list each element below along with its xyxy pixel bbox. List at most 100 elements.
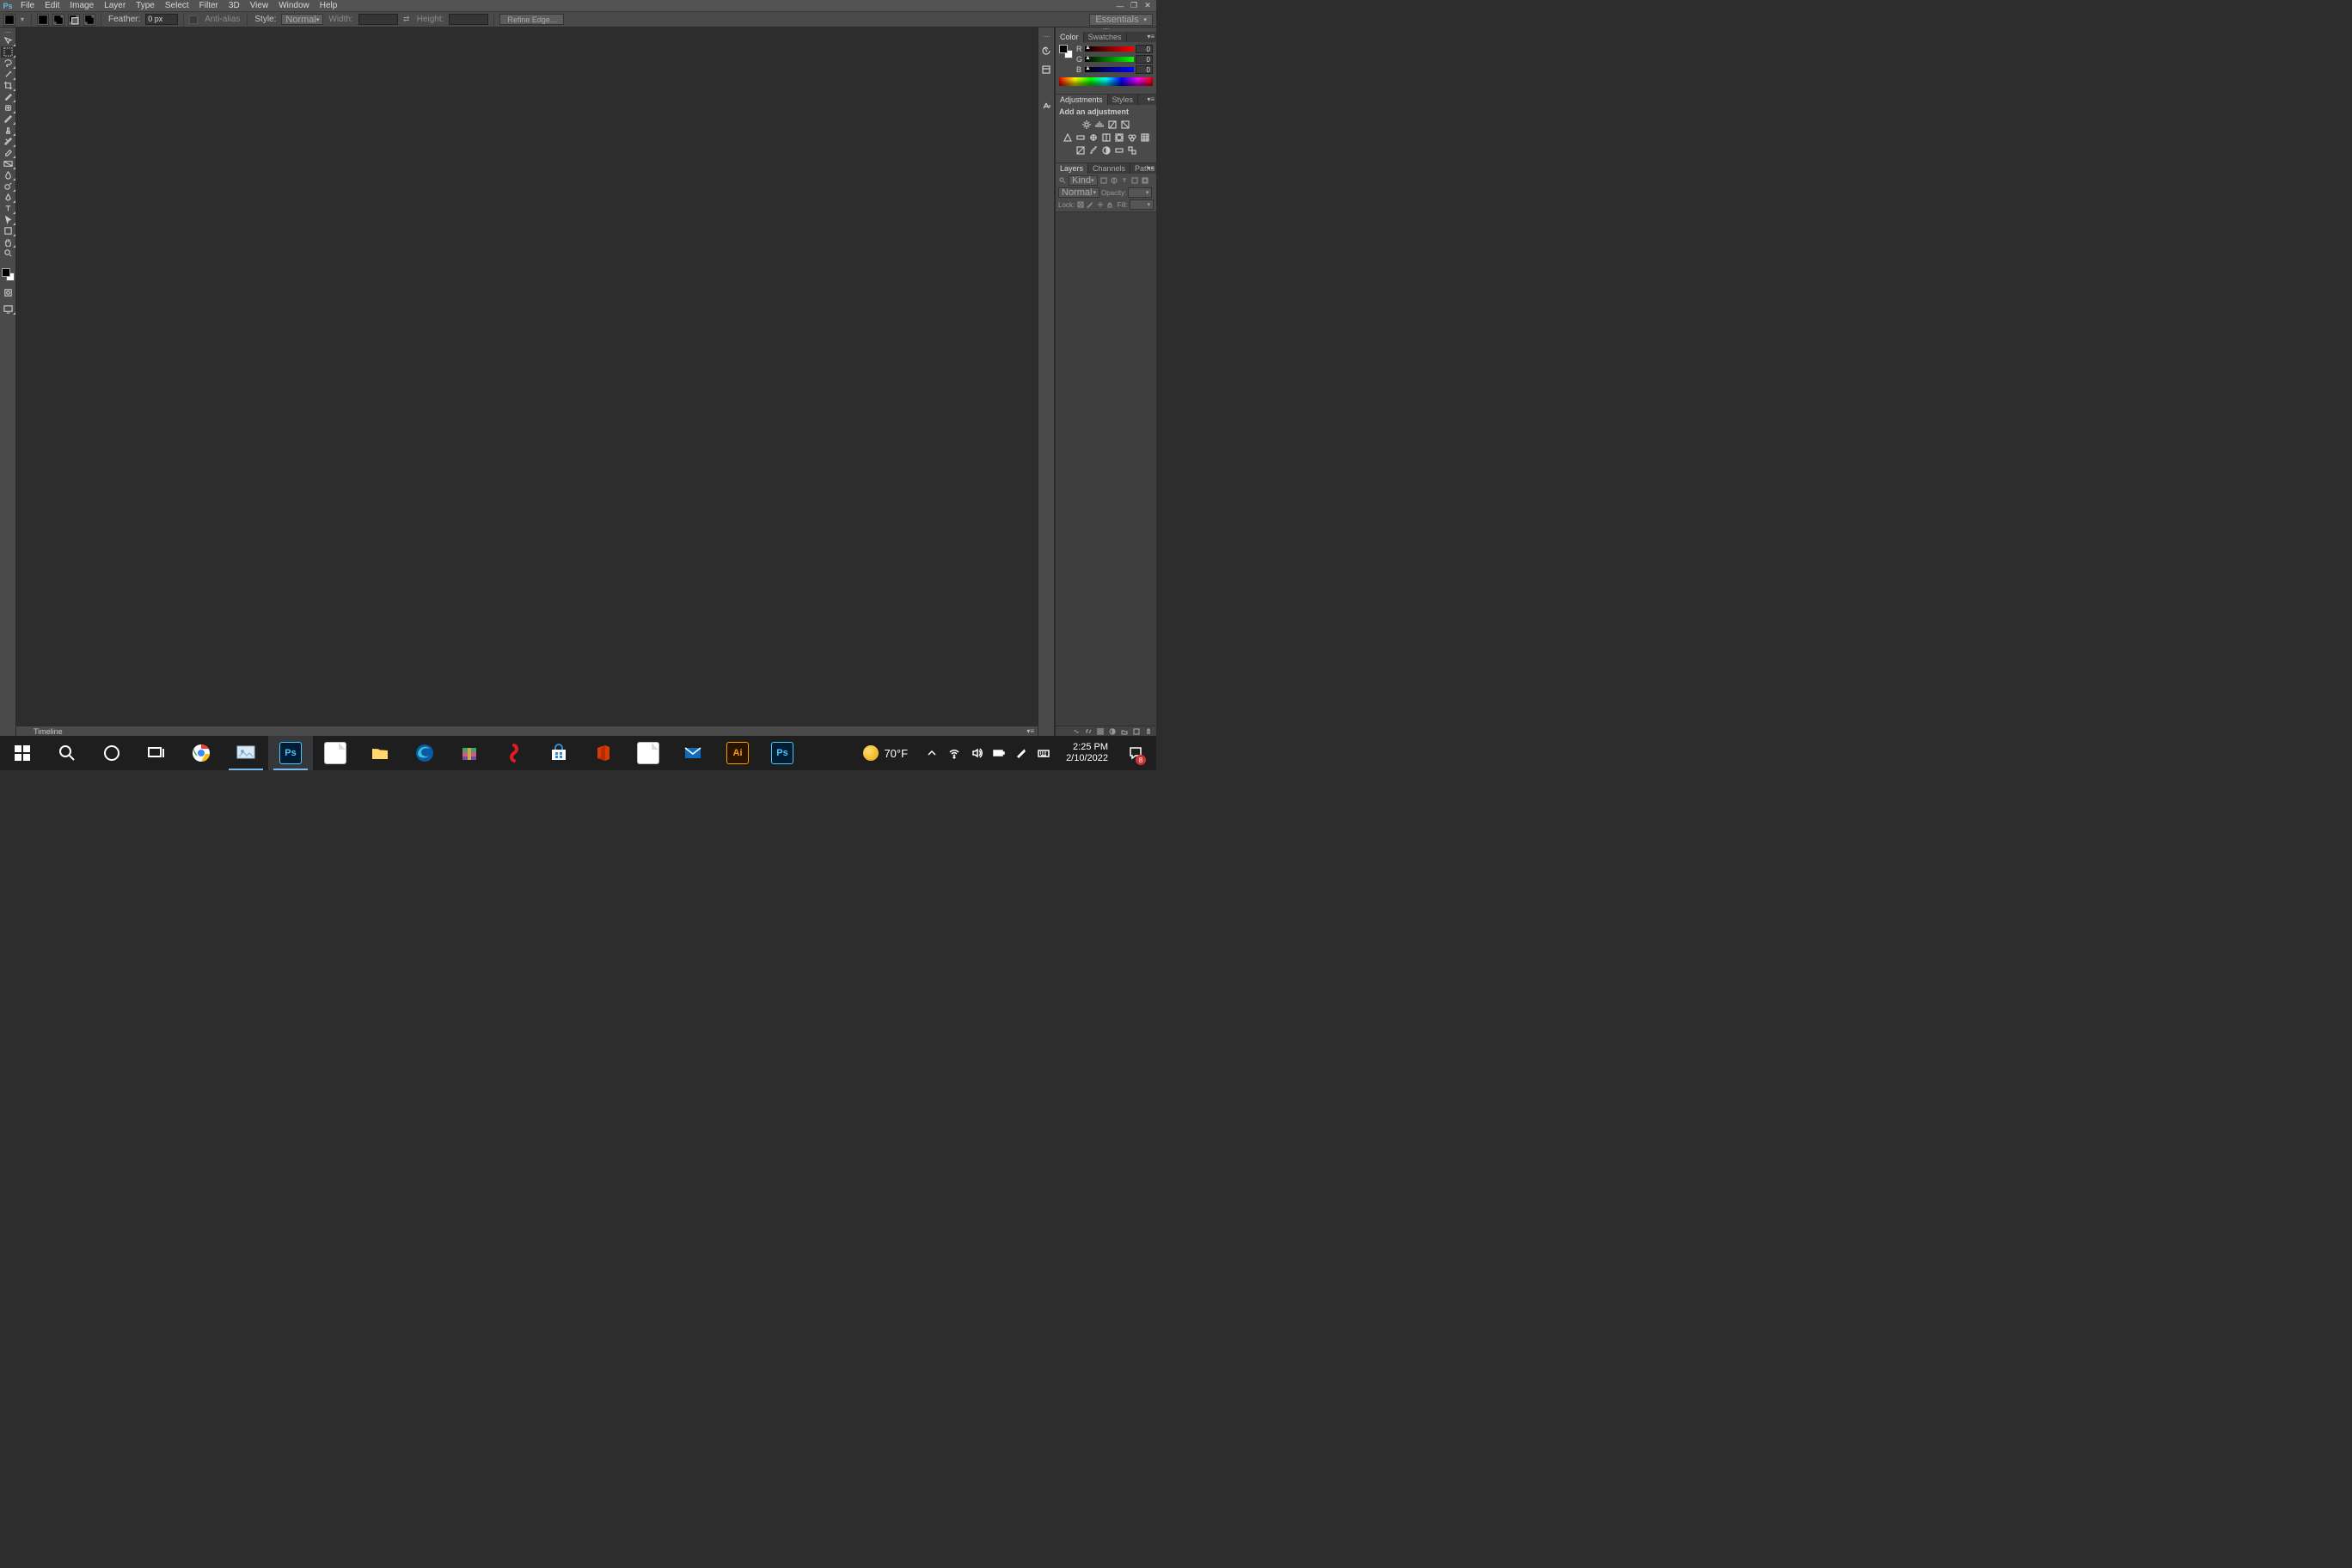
hand-tool[interactable] [1, 236, 15, 248]
lock-all-icon[interactable] [1106, 200, 1113, 209]
taskbar-office[interactable] [581, 736, 626, 770]
action-center-button[interactable]: 8 [1120, 736, 1151, 770]
filter-smart-icon[interactable] [1141, 176, 1149, 185]
taskbar-notepad2[interactable] [626, 736, 671, 770]
adj-gradmap-icon[interactable] [1114, 145, 1124, 156]
blend-mode-select[interactable]: Normal▾ [1058, 187, 1099, 198]
adj-curves-icon[interactable] [1107, 119, 1118, 130]
history-panel-icon[interactable] [1039, 44, 1053, 58]
tab-channels[interactable]: Channels [1088, 163, 1130, 174]
menu-file[interactable]: File [15, 0, 40, 11]
workspace-select[interactable]: Essentials▾ [1089, 14, 1153, 26]
foreground-background-swatch[interactable] [1, 267, 15, 282]
taskbar-mail[interactable] [671, 736, 715, 770]
taskbar-winrar[interactable] [447, 736, 492, 770]
adj-threshold-icon[interactable] [1101, 145, 1112, 156]
taskbar-edge[interactable] [402, 736, 447, 770]
close-button[interactable]: ✕ [1141, 1, 1155, 11]
adj-posterize-icon[interactable] [1088, 145, 1099, 156]
adj-exposure-icon[interactable] [1120, 119, 1130, 130]
lock-pos-icon[interactable] [1096, 200, 1104, 209]
quickmask-toggle[interactable] [1, 287, 15, 298]
selection-intersect-icon[interactable] [83, 14, 95, 26]
blur-tool[interactable] [1, 169, 15, 181]
taskbar-msstore[interactable] [536, 736, 581, 770]
stamp-tool[interactable] [1, 125, 15, 136]
adj-invert-icon[interactable] [1075, 145, 1086, 156]
minimize-button[interactable]: — [1113, 1, 1127, 11]
filter-type-icon[interactable] [1120, 176, 1129, 185]
screenmode-toggle[interactable] [1, 303, 15, 315]
filter-shape-icon[interactable] [1130, 176, 1139, 185]
selection-new-icon[interactable] [37, 14, 49, 26]
menu-select[interactable]: Select [160, 0, 194, 11]
color-fgbg-swatch[interactable] [1059, 45, 1073, 58]
menu-help[interactable]: Help [315, 0, 343, 11]
tray-battery-icon[interactable] [992, 746, 1006, 760]
tab-color[interactable]: Color [1056, 32, 1084, 42]
taskview-button[interactable] [134, 736, 179, 770]
height-input[interactable] [449, 14, 488, 25]
swap-wh-icon[interactable]: ⇄ [401, 15, 412, 25]
taskbar-photoviewer[interactable] [224, 736, 268, 770]
color-slider-b[interactable]: B ▲ 0 [1076, 65, 1153, 74]
crop-tool[interactable] [1, 80, 15, 91]
adj-layer-icon[interactable] [1108, 727, 1117, 736]
opacity-input[interactable]: ▾ [1128, 187, 1152, 198]
taskbar-weather[interactable]: 70°F [856, 745, 915, 761]
menu-view[interactable]: View [245, 0, 274, 11]
menu-edit[interactable]: Edit [40, 0, 64, 11]
character-panel-icon[interactable] [1039, 99, 1053, 113]
maximize-button[interactable]: ❐ [1127, 1, 1141, 11]
color-flyout-icon[interactable]: ▾≡ [1147, 33, 1155, 40]
lock-trans-icon[interactable] [1076, 200, 1084, 209]
path-select-tool[interactable] [1, 214, 15, 225]
taskbar-notepad[interactable] [313, 736, 358, 770]
cortana-button[interactable] [89, 736, 134, 770]
move-tool[interactable] [1, 35, 15, 46]
adjustments-flyout-icon[interactable]: ▾≡ [1147, 95, 1155, 103]
antialias-checkbox[interactable] [189, 15, 198, 24]
menu-filter[interactable]: Filter [194, 0, 224, 11]
color-slider-r[interactable]: R ▲ 0 [1076, 45, 1153, 53]
style-select[interactable]: Normal▾ [281, 14, 323, 25]
feather-input[interactable]: 0 px [145, 14, 178, 25]
filter-kind-select[interactable]: Kind▾ [1069, 175, 1098, 186]
lasso-tool[interactable] [1, 58, 15, 69]
group-icon[interactable] [1120, 727, 1129, 736]
taskbar-app-s[interactable] [492, 736, 536, 770]
eraser-tool[interactable] [1, 147, 15, 158]
marquee-tool[interactable] [1, 46, 15, 58]
layer-mask-icon[interactable] [1096, 727, 1105, 736]
adj-hue-icon[interactable] [1075, 132, 1086, 143]
tray-pen-icon[interactable] [1014, 746, 1028, 760]
refine-edge-button[interactable]: Refine Edge... [499, 14, 564, 25]
new-layer-icon[interactable] [1132, 727, 1141, 736]
foreground-color-swatch[interactable] [2, 268, 10, 277]
adj-levels-icon[interactable] [1094, 119, 1105, 130]
panel-grip-icon[interactable] [1056, 28, 1156, 31]
panel-grip-icon[interactable] [0, 32, 15, 34]
dodge-tool[interactable] [1, 181, 15, 192]
lock-pixel-icon[interactable] [1086, 200, 1093, 209]
layer-fx-icon[interactable] [1084, 727, 1093, 736]
pen-tool[interactable] [1, 192, 15, 203]
tab-layers[interactable]: Layers [1056, 163, 1088, 174]
wand-tool[interactable] [1, 69, 15, 80]
shape-tool[interactable] [1, 225, 15, 236]
tab-paths[interactable]: Paths [1130, 163, 1160, 174]
brush-tool[interactable] [1, 113, 15, 125]
link-layers-icon[interactable] [1072, 727, 1081, 736]
tab-swatches[interactable]: Swatches [1084, 32, 1127, 42]
filter-pixel-icon[interactable] [1099, 176, 1108, 185]
panel-grip-icon[interactable] [1038, 36, 1054, 39]
gradient-tool[interactable] [1, 158, 15, 169]
menu-layer[interactable]: Layer [99, 0, 131, 11]
menu-image[interactable]: Image [64, 0, 99, 11]
tab-adjustments[interactable]: Adjustments [1056, 95, 1108, 105]
layers-flyout-icon[interactable]: ▾≡ [1147, 164, 1155, 172]
healing-tool[interactable] [1, 102, 15, 113]
adj-colorbal-icon[interactable] [1088, 132, 1099, 143]
search-button[interactable] [45, 736, 89, 770]
menu-window[interactable]: Window [273, 0, 315, 11]
